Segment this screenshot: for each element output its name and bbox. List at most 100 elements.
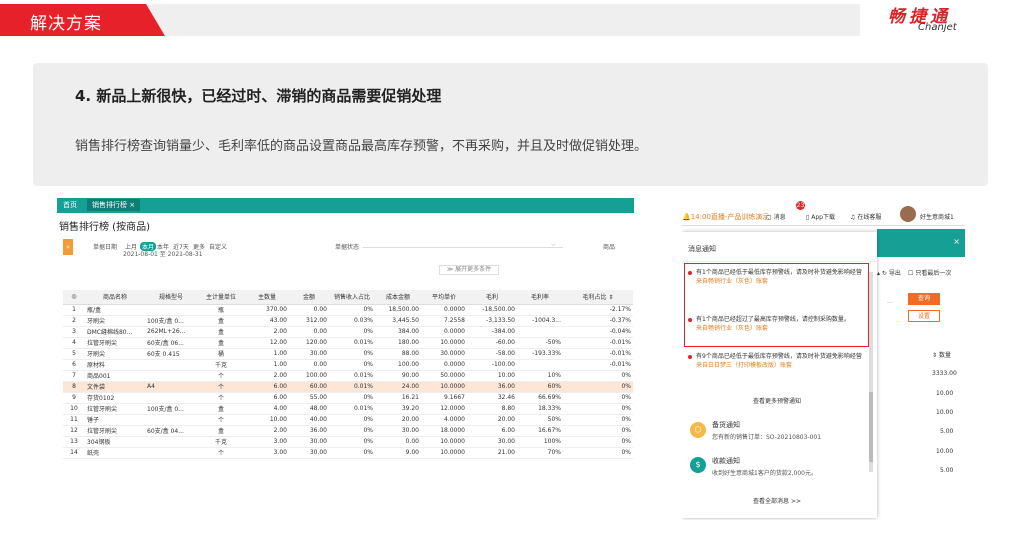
table-cell: 0.00 bbox=[289, 359, 329, 371]
table-row[interactable]: 1 瓶/盒 瓶 370.00 0.00 0% 18,500.00 0.0000 -18,500.… bbox=[63, 304, 633, 316]
table-cell: 8 bbox=[63, 381, 85, 393]
table-cell: 24.00 bbox=[375, 381, 421, 393]
col-header[interactable]: 主数量 bbox=[245, 290, 289, 305]
table-cell: 0% bbox=[563, 392, 633, 404]
table-row[interactable]: 9 存货0102 个 6.00 55.00 0% 16.21 9.1667 32.46 66.69… bbox=[63, 392, 633, 404]
table-cell: 盒 bbox=[197, 425, 245, 437]
expand-icon[interactable]: » bbox=[63, 239, 73, 255]
tab-sales-ranking[interactable]: 销售排行榜 × bbox=[87, 199, 141, 211]
table-row[interactable]: 4 拉管牙刷尖 60支/盒 06... 盒 12.00 120.00 0.01% 180.00… bbox=[63, 337, 633, 349]
table-cell: 0% bbox=[329, 348, 375, 360]
table-cell: 0% bbox=[563, 381, 633, 393]
export-button[interactable]: ▴ ↻ 导出 bbox=[877, 268, 901, 277]
status-select[interactable] bbox=[363, 247, 563, 248]
table-cell: 10.00 bbox=[245, 414, 289, 426]
table-row[interactable]: 8 文件袋 A4 个 6.00 60.00 0.01% 24.00 10.0000 36.00 60… bbox=[63, 381, 633, 393]
user-name[interactable]: 好生意商城1 bbox=[920, 212, 954, 221]
close-icon[interactable]: × bbox=[877, 229, 965, 257]
col-header[interactable]: 销售收入占比 bbox=[329, 290, 375, 305]
col-header[interactable]: 毛利 bbox=[467, 290, 517, 305]
table-row[interactable]: 6 原材料 千克 1.00 0.00 0% 100.00 0.0000 -100.00 -0.01… bbox=[63, 359, 633, 371]
table-cell: 1.00 bbox=[245, 348, 289, 360]
period-custom[interactable]: 自定义 bbox=[209, 242, 227, 251]
notice-source[interactable]: 来自畅销行业（灰色）账套 bbox=[688, 325, 768, 332]
table-cell: 60支/盒 04... bbox=[145, 425, 197, 437]
col-settings-icon[interactable]: ◎ bbox=[63, 290, 85, 305]
col-header[interactable]: 平均单价 bbox=[421, 290, 467, 305]
table-cell: 66.69% bbox=[517, 392, 563, 404]
notice-source[interactable]: 来自畅销行业（灰色）账套 bbox=[688, 278, 768, 285]
table-cell: 100支/盒 0... bbox=[145, 403, 197, 415]
table-cell: 55.00 bbox=[289, 392, 329, 404]
payment-icon: $ bbox=[690, 457, 706, 473]
view-all-messages-link[interactable]: 查看全部消息 >> bbox=[682, 496, 872, 505]
chat-icon: ▢ bbox=[766, 214, 772, 221]
table-cell: 盒 bbox=[197, 315, 245, 327]
table-row[interactable]: 5 牙刷尖 60支 0.415 桶 1.00 30.00 0% 88.00 30.0000 -58… bbox=[63, 348, 633, 360]
message-button[interactable]: ▢ 消息 bbox=[766, 212, 786, 221]
table-row[interactable]: 7 商品001 个 2.00 100.00 0.01% 90.00 50.0000 10.00 1… bbox=[63, 370, 633, 382]
col-header[interactable]: 金额 bbox=[289, 290, 329, 305]
scrollbar-thumb[interactable] bbox=[869, 392, 873, 462]
app-download-link[interactable]: ▯ App下载 bbox=[806, 212, 835, 221]
table-cell: 5 bbox=[63, 348, 85, 360]
settings-button[interactable]: 设置 bbox=[908, 310, 940, 322]
table-cell: 370.00 bbox=[245, 304, 289, 316]
table-row[interactable]: 3 DMC缝棉线80... 262ML+26... 盒 2.00 0.00 0% 384.00… bbox=[63, 326, 633, 338]
col-header[interactable]: 毛利占比 ⇕ bbox=[563, 290, 633, 305]
more-warnings-link[interactable]: 查看更多预警通知 bbox=[682, 396, 872, 405]
table-cell bbox=[145, 392, 197, 404]
notice-item[interactable]: 有9个商品已经低于最低库存预警线，请及时补货避免影响经营 来自白日梦三（打印模板… bbox=[688, 352, 863, 370]
qty-value: 10.00 bbox=[936, 390, 954, 397]
panel-heading: 4. 新品上新很快，已经过时、滞销的商品需要促销处理 bbox=[75, 87, 442, 105]
table-cell: 10.0000 bbox=[421, 337, 467, 349]
table-cell: 0% bbox=[329, 304, 375, 316]
table-cell: 60.00 bbox=[289, 381, 329, 393]
table-cell: 60支/盒 06... bbox=[145, 337, 197, 349]
table-cell: 拉管牙刷尖 bbox=[85, 337, 145, 349]
export-button-label: 导出 bbox=[888, 270, 901, 277]
more-conditions-button[interactable]: ≫ 展开更多条件 bbox=[439, 265, 499, 275]
online-service-link[interactable]: ♫ 在线客服 bbox=[850, 212, 881, 221]
table-cell: 90.00 bbox=[375, 370, 421, 382]
table-cell: 盒 bbox=[197, 326, 245, 338]
avatar[interactable] bbox=[900, 206, 916, 222]
col-header[interactable]: 商品名称 bbox=[85, 290, 145, 305]
notice-item[interactable]: 有1个商品已经低于最低库存预警线，请及时补货避免影响经营 来自畅销行业（灰色）账… bbox=[688, 268, 863, 286]
table-cell: 50% bbox=[517, 414, 563, 426]
section-text[interactable]: 您有新的销售订单：SO-20210803-001 bbox=[712, 432, 821, 441]
col-header[interactable]: 成本金额 bbox=[375, 290, 421, 305]
table-cell: -0.04% bbox=[563, 326, 633, 338]
table-row[interactable]: 12 拉管牙刷尖 60支/盒 04... 盒 2.00 36.00 0% 30.00 18.00… bbox=[63, 425, 633, 437]
col-header[interactable]: 主计量单位 bbox=[197, 290, 245, 305]
table-row[interactable]: 14 纸壳个 3.00 30.00 0% 9.00 10.0000 21.00 70% 0% bbox=[63, 447, 633, 459]
sort-icon[interactable]: ⇕ bbox=[608, 294, 613, 301]
live-link[interactable]: 🔔14:00直播-产品训练演示 bbox=[682, 212, 769, 222]
notice-item[interactable]: 有1个商品已经超过了最高库存预警线，请控制采购数量。 来自畅销行业（灰色）账套 bbox=[688, 315, 863, 333]
section-text[interactable]: 收到好生意商城1客户的货款2,000元。 bbox=[712, 468, 817, 477]
query-button[interactable]: 查询 bbox=[908, 293, 940, 305]
table-cell: 70% bbox=[517, 447, 563, 459]
table-cell bbox=[145, 370, 197, 382]
tab-home[interactable]: 首页 bbox=[63, 200, 77, 210]
table-cell: 0.0000 bbox=[421, 326, 467, 338]
ellipsis-text: ... bbox=[887, 298, 893, 305]
table-row[interactable]: 10 拉管牙刷尖 100支/盒 0... 盒 4.00 48.00 0.01% 39.20 12… bbox=[63, 403, 633, 415]
col-header[interactable]: 毛利率 bbox=[517, 290, 563, 305]
table-cell: 0% bbox=[329, 447, 375, 459]
only-last-checkbox[interactable]: ☐ 只看最后一次 bbox=[908, 268, 951, 277]
table-row[interactable]: 13 304钢板 千克 3.00 30.00 0% 0.00 10.0000 30.00 100%… bbox=[63, 436, 633, 448]
col-header[interactable]: 规格型号 bbox=[145, 290, 197, 305]
notice-source[interactable]: 来自白日梦三（打印模板改版）账套 bbox=[688, 362, 792, 369]
table-cell: 10.0000 bbox=[421, 447, 467, 459]
table-cell: 9.00 bbox=[375, 447, 421, 459]
table-cell: -384.00 bbox=[467, 326, 517, 338]
table-row[interactable]: 2 牙刷尖 100支/盒 0... 盒 43.00 312.00 0.03% 3,445.50… bbox=[63, 315, 633, 327]
table-cell: 12.00 bbox=[245, 337, 289, 349]
table-cell: 9 bbox=[63, 392, 85, 404]
table-cell: 100.00 bbox=[289, 370, 329, 382]
table-row[interactable]: 11 锤子个 10.00 40.00 0% 20.00 4.0000 20.00 50% 0% bbox=[63, 414, 633, 426]
table-cell: 20.00 bbox=[467, 414, 517, 426]
table-cell: 36.00 bbox=[467, 381, 517, 393]
chevron-down-icon[interactable]: ⌵ bbox=[551, 241, 556, 249]
